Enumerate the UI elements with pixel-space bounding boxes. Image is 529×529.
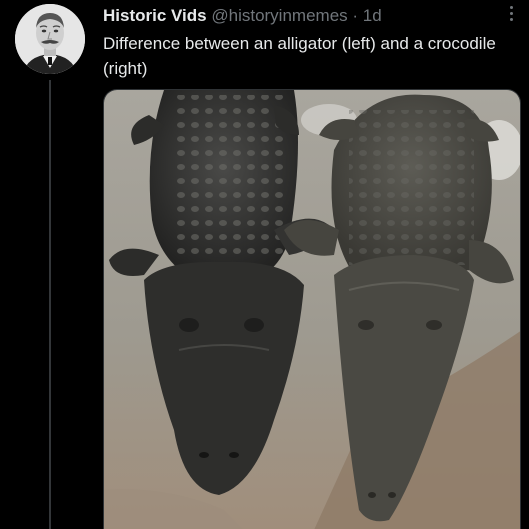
more-options-icon[interactable] [505, 3, 519, 23]
author-handle[interactable]: @historyinmemes [211, 6, 347, 25]
avatar-portrait-image [15, 4, 85, 74]
avatar[interactable] [15, 4, 85, 74]
alligator-crocodile-photo [104, 90, 520, 529]
author-name[interactable]: Historic Vids [103, 6, 207, 25]
thread-line [49, 80, 51, 529]
tweet[interactable]: Historic Vids @historyinmemes · 1d Diffe… [0, 0, 529, 529]
tweet-timestamp[interactable]: 1d [363, 6, 382, 25]
header-separator: · [352, 6, 359, 25]
tweet-text: Difference between an alligator (left) a… [103, 34, 496, 78]
tweet-header: Historic Vids @historyinmemes · 1d [103, 5, 382, 27]
tweet-media[interactable] [103, 89, 521, 529]
